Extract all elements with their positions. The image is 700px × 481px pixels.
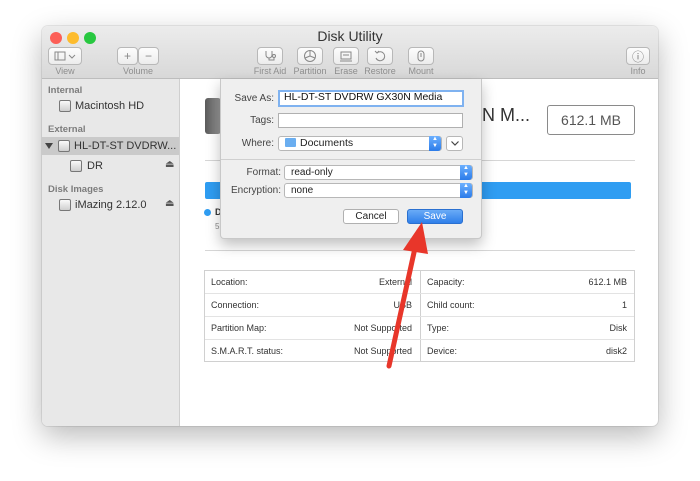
annotation-arrow xyxy=(386,222,428,369)
